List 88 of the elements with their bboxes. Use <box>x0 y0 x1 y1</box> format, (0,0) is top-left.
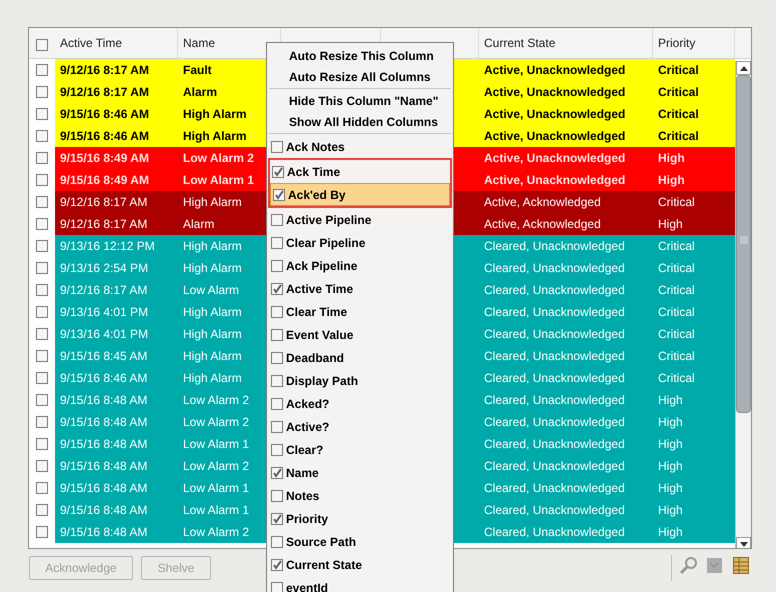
table-cell: Cleared, Unacknowledged <box>484 481 625 495</box>
table-cell: 9/15/16 8:48 AM <box>60 459 148 473</box>
table-cell: High Alarm <box>183 129 247 143</box>
table-cell: Active, Unacknowledged <box>484 129 626 143</box>
table-cell: 9/13/16 4:01 PM <box>60 327 148 341</box>
table-cell: Critical <box>658 349 695 363</box>
table-cell: High Alarm <box>183 195 242 209</box>
table-cell: High <box>658 173 685 187</box>
table-cell: Cleared, Unacknowledged <box>484 459 625 473</box>
table-cell: Alarm <box>183 85 218 99</box>
table-cell: Critical <box>658 85 699 99</box>
table-cell: Critical <box>658 195 695 209</box>
table-cell: 9/12/16 8:17 AM <box>60 283 148 297</box>
table-cell: 9/12/16 8:17 AM <box>60 217 148 231</box>
table-cell: 9/12/16 8:17 AM <box>60 195 148 209</box>
table-cell: Active, Unacknowledged <box>484 151 626 165</box>
table-cell: Critical <box>658 283 695 297</box>
table-cell: 9/12/16 8:17 AM <box>60 85 149 99</box>
table-cell: Cleared, Unacknowledged <box>484 239 625 253</box>
table-cell: Cleared, Unacknowledged <box>484 393 625 407</box>
table-cell: Low Alarm 1 <box>183 173 254 187</box>
table-cell: Fault <box>183 63 212 77</box>
table-cell: High Alarm <box>183 371 242 385</box>
table-cell: High Alarm <box>183 261 242 275</box>
table-cell: 9/13/16 2:54 PM <box>60 261 148 275</box>
table-cell: 9/15/16 8:48 AM <box>60 393 148 407</box>
table-cell: 9/15/16 8:49 AM <box>60 151 149 165</box>
table-cell: High <box>658 415 683 429</box>
table-cell: Cleared, Unacknowledged <box>484 503 625 517</box>
table-cell: High Alarm <box>183 305 242 319</box>
table-cell: Low Alarm 1 <box>183 481 250 495</box>
table-cell: Low Alarm 2 <box>183 459 250 473</box>
table-cell: 9/15/16 8:46 AM <box>60 129 149 143</box>
table-cell: Cleared, Unacknowledged <box>484 415 625 429</box>
table-cell: High <box>658 217 683 231</box>
table-cell: Critical <box>658 305 695 319</box>
table-cell: Active, Acknowledged <box>484 195 601 209</box>
table-cell: 9/15/16 8:48 AM <box>60 437 148 451</box>
table-cell: Low Alarm 2 <box>183 525 250 539</box>
table-cell: High Alarm <box>183 327 242 341</box>
table-cell: Active, Unacknowledged <box>484 63 626 77</box>
table-cell: 9/15/16 8:48 AM <box>60 481 148 495</box>
table-cell: Critical <box>658 261 695 275</box>
table-cell: High <box>658 393 683 407</box>
table-cell: Active, Acknowledged <box>484 217 601 231</box>
table-cell: High Alarm <box>183 107 247 121</box>
table-cell: Low Alarm 1 <box>183 437 250 451</box>
table-cell: Critical <box>658 327 695 341</box>
table-cell: Active, Unacknowledged <box>484 173 626 187</box>
table-cell: High <box>658 503 683 517</box>
table-cell: Cleared, Unacknowledged <box>484 349 625 363</box>
table-cell: Active, Unacknowledged <box>484 85 626 99</box>
table-cell: High <box>658 481 683 495</box>
table-cell: 9/12/16 8:17 AM <box>60 63 149 77</box>
table-cell: Critical <box>658 371 695 385</box>
table-cell: Critical <box>658 107 699 121</box>
table-cell: High Alarm <box>183 349 242 363</box>
table-cell: Cleared, Unacknowledged <box>484 305 625 319</box>
table-cell: 9/15/16 8:48 AM <box>60 415 148 429</box>
table-cell: 9/15/16 8:46 AM <box>60 371 148 385</box>
table-cell: Cleared, Unacknowledged <box>484 261 625 275</box>
table-cell: 9/13/16 12:12 PM <box>60 239 155 253</box>
table-cell: 9/15/16 8:48 AM <box>60 503 148 517</box>
table-cell: Critical <box>658 129 699 143</box>
table-cell: Cleared, Unacknowledged <box>484 525 625 539</box>
table-cell: 9/15/16 8:46 AM <box>60 107 149 121</box>
table-cell: 9/15/16 8:48 AM <box>60 525 148 539</box>
table-cell: Active, Unacknowledged <box>484 107 626 121</box>
table-cell: Cleared, Unacknowledged <box>484 327 625 341</box>
table-cell: High <box>658 437 683 451</box>
table-cell: High Alarm <box>183 239 242 253</box>
table-cell: Low Alarm 2 <box>183 393 250 407</box>
table-cell: High <box>658 151 685 165</box>
table-cell: Cleared, Unacknowledged <box>484 437 625 451</box>
table-cell: Critical <box>658 63 699 77</box>
table-cell: Alarm <box>183 217 214 231</box>
table-cell: Low Alarm 2 <box>183 415 250 429</box>
table-cell: High <box>658 459 683 473</box>
table-cell: Low Alarm 1 <box>183 503 250 517</box>
table-cell: Critical <box>658 239 695 253</box>
table-cell: Cleared, Unacknowledged <box>484 283 625 297</box>
table-cell: 9/15/16 8:49 AM <box>60 173 149 187</box>
table-cell: High <box>658 525 683 539</box>
table-cell: Low Alarm 2 <box>183 151 254 165</box>
table-cell: Low Alarm <box>183 283 240 297</box>
table-cell: Cleared, Unacknowledged <box>484 371 625 385</box>
table-cell: 9/15/16 8:45 AM <box>60 349 148 363</box>
table-cell: 9/13/16 4:01 PM <box>60 305 148 319</box>
